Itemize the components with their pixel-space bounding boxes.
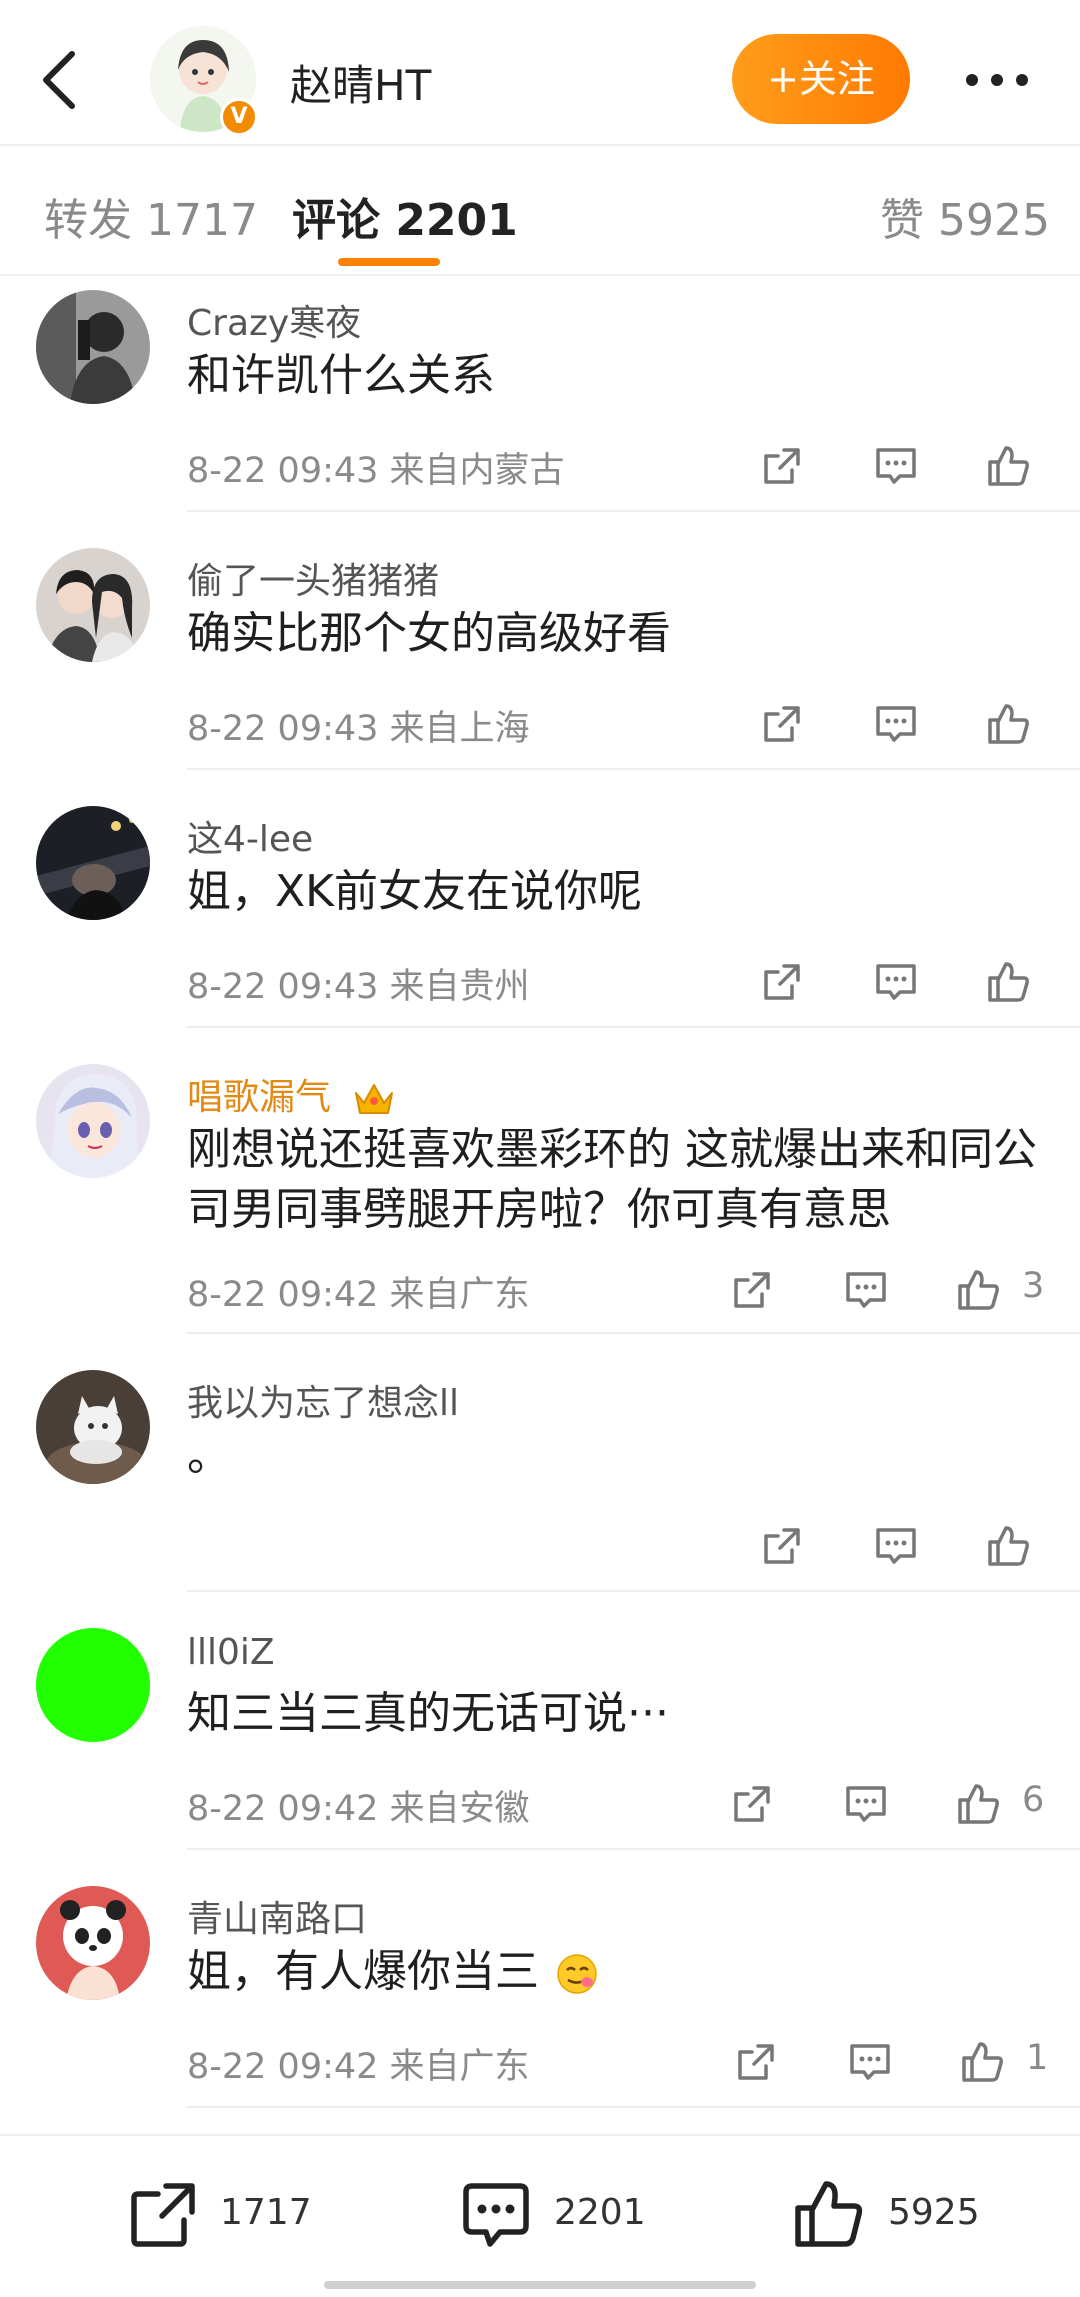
comment-item: 我以为忘了想念ll 。 — [0, 1356, 1080, 1592]
avatar[interactable] — [36, 1628, 150, 1742]
comment-username[interactable]: lll0iZ — [187, 1632, 275, 1673]
divider — [187, 1590, 1080, 1592]
comment-actions: 3 — [0, 1260, 1080, 1320]
like-count: 3 — [1022, 1266, 1045, 1306]
back-button[interactable] — [38, 48, 78, 112]
comment-username[interactable]: 偷了一头猪猪猪 — [187, 552, 439, 604]
reply-icon[interactable] — [872, 442, 920, 490]
like-count[interactable]: 5925 — [888, 2192, 980, 2233]
comment-actions — [0, 436, 1080, 496]
divider — [187, 1026, 1080, 1028]
like-icon[interactable] — [984, 958, 1032, 1006]
share-icon[interactable] — [728, 1780, 776, 1828]
comment-username[interactable]: 唱歌漏气 — [187, 1068, 396, 1120]
share-icon[interactable] — [758, 958, 806, 1006]
comment-item: Crazy寒夜 和许凯什么关系 8-22 09:43 来自内蒙古 — [0, 276, 1080, 512]
reply-icon[interactable] — [872, 958, 920, 1006]
home-indicator[interactable] — [324, 2281, 756, 2289]
avatar[interactable] — [36, 290, 150, 404]
comment-item: 偷了一头猪猪猪 确实比那个女的高级好看 8-22 09:43 来自上海 — [0, 534, 1080, 770]
like-icon[interactable] — [958, 2038, 1006, 2086]
comment-username-text: 唱歌漏气 — [187, 1077, 332, 1118]
reply-icon[interactable] — [872, 1522, 920, 1570]
repost-icon[interactable] — [126, 2176, 202, 2252]
reply-icon[interactable] — [842, 1780, 890, 1828]
top-bar: V 赵晴HT +关注 — [0, 0, 1080, 146]
more-dots-icon — [966, 74, 1028, 86]
verified-badge-icon: V — [220, 98, 258, 136]
avatar[interactable] — [36, 1886, 150, 2000]
active-tab-indicator — [338, 258, 440, 266]
divider — [187, 2106, 1080, 2108]
reply-icon[interactable] — [872, 700, 920, 748]
like-count: 6 — [1022, 1780, 1045, 1820]
avatar[interactable] — [36, 1064, 150, 1178]
repost-count[interactable]: 1717 — [220, 2192, 312, 2233]
comment-text: 和许凯什么关系 — [187, 350, 495, 401]
comment-username[interactable]: Crazy寒夜 — [187, 294, 361, 346]
comment-text: 确实比那个女的高级好看 — [187, 608, 671, 659]
comment-text-content: 姐，有人爆你当三 — [187, 1946, 539, 1997]
share-icon[interactable] — [732, 2038, 780, 2086]
tab-comments[interactable]: 评论 2201 — [292, 184, 518, 248]
crown-badge-icon — [355, 1084, 394, 1114]
comment-username[interactable]: 这4-lee — [187, 810, 313, 862]
avatar[interactable] — [36, 1370, 150, 1484]
share-icon[interactable] — [758, 442, 806, 490]
comment-text: 姐，XK前女友在说你呢 — [187, 866, 642, 917]
follow-button[interactable]: +关注 — [732, 34, 910, 124]
avatar[interactable] — [36, 806, 150, 920]
comment-actions: 1 — [0, 2032, 1080, 2092]
reply-icon[interactable] — [842, 1266, 890, 1314]
comment-text: 刚想说还挺喜欢墨彩环的 这就爆出来和同公司男同事劈腿开房啦？你可真有意思 — [187, 1124, 1037, 1235]
bottom-action-bar: 1717 2201 5925 — [0, 2134, 1080, 2297]
chevron-left-icon — [43, 51, 75, 109]
like-icon[interactable] — [984, 1522, 1032, 1570]
like-icon[interactable] — [954, 1266, 1002, 1314]
share-icon[interactable] — [758, 1522, 806, 1570]
avatar[interactable] — [36, 548, 150, 662]
comment-icon[interactable] — [458, 2176, 534, 2252]
reply-icon[interactable] — [846, 2038, 894, 2086]
like-icon[interactable] — [954, 1780, 1002, 1828]
comment-item: 青山南路口 姐，有人爆你当三 8-22 09:42 来自广东 1 — [0, 1872, 1080, 2108]
comment-text: 知三当三真的无话可说··· — [187, 1688, 669, 1739]
like-icon[interactable] — [790, 2176, 866, 2252]
comment-username[interactable]: 青山南路口 — [187, 1890, 367, 1942]
comment-actions — [0, 1516, 1080, 1576]
share-icon[interactable] — [758, 700, 806, 748]
comment-actions — [0, 952, 1080, 1012]
comment-actions: 6 — [0, 1774, 1080, 1834]
smirk-emoji-icon — [557, 1954, 597, 1994]
comment-item: 这4-lee 姐，XK前女友在说你呢 8-22 09:43 来自贵州 — [0, 792, 1080, 1028]
divider — [187, 768, 1080, 770]
like-count: 1 — [1026, 2038, 1049, 2078]
comment-actions — [0, 694, 1080, 754]
like-icon[interactable] — [984, 700, 1032, 748]
tab-likes[interactable]: 赞 5925 — [880, 184, 1050, 248]
divider — [187, 510, 1080, 512]
tab-repost[interactable]: 转发 1717 — [44, 184, 258, 248]
like-icon[interactable] — [984, 442, 1032, 490]
comment-item: 唱歌漏气 刚想说还挺喜欢墨彩环的 这就爆出来和同公司男同事劈腿开房啦？你可真有意… — [0, 1050, 1080, 1334]
detail-tabs: 转发 1717 评论 2201 赞 5925 — [0, 148, 1080, 276]
share-icon[interactable] — [728, 1266, 776, 1314]
comment-item: lll0iZ 知三当三真的无话可说··· 8-22 09:42 来自安徽 6 — [0, 1614, 1080, 1850]
comment-text: 姐，有人爆你当三 — [187, 1942, 1037, 2002]
divider — [187, 1332, 1080, 1334]
divider — [187, 1848, 1080, 1850]
comment-username[interactable]: 我以为忘了想念ll — [187, 1374, 459, 1426]
more-button[interactable] — [962, 60, 1032, 100]
profile-name[interactable]: 赵晴HT — [290, 52, 431, 113]
comment-count[interactable]: 2201 — [554, 2192, 646, 2233]
comment-text: 。 — [187, 1430, 231, 1481]
